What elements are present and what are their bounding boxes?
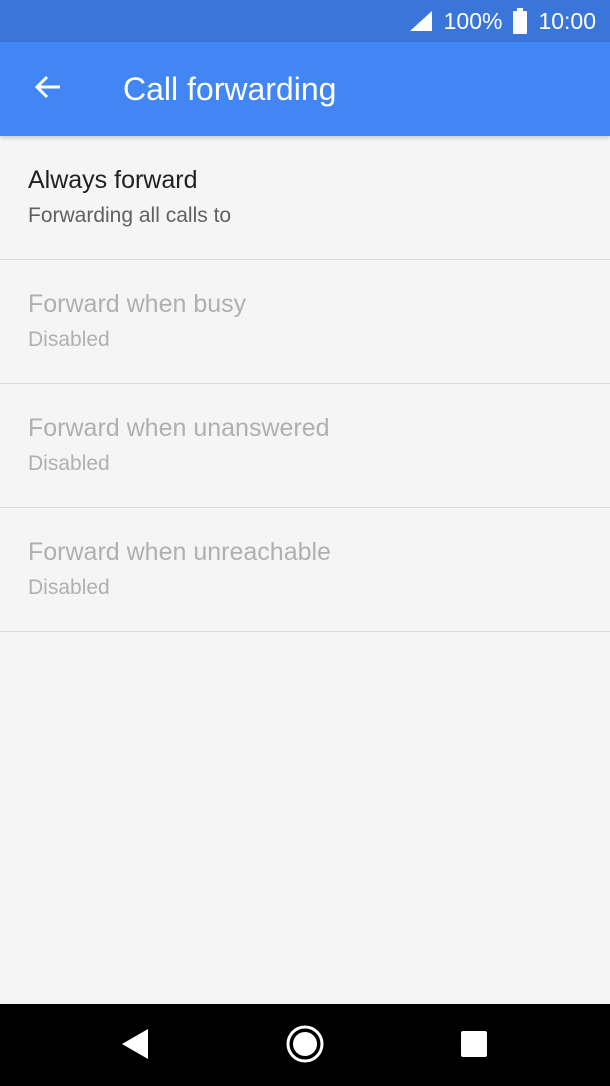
item-title: Always forward xyxy=(28,166,198,194)
navigation-bar xyxy=(0,1004,610,1086)
nav-recents-button[interactable] xyxy=(444,1016,504,1076)
battery-percent: 100% xyxy=(443,7,503,34)
call-forwarding-list: Always forward Forwarding all calls to F… xyxy=(0,136,610,632)
item-subtitle: Disabled xyxy=(28,576,110,599)
nav-back-button[interactable] xyxy=(105,1016,165,1076)
item-title: Forward when busy xyxy=(28,290,247,318)
signal-icon xyxy=(408,9,434,33)
item-title: Forward when unreachable xyxy=(28,538,331,566)
back-button[interactable] xyxy=(20,65,76,113)
arrow-back-icon xyxy=(33,72,63,107)
list-item-always-forward[interactable]: Always forward Forwarding all calls to xyxy=(0,136,610,260)
page-title: Call forwarding xyxy=(123,71,337,107)
item-title: Forward when unanswered xyxy=(28,414,330,442)
item-subtitle: Disabled xyxy=(28,328,110,351)
status-indicators: 100% 10:00 xyxy=(408,0,596,42)
nav-home-button[interactable] xyxy=(275,1016,335,1076)
clock: 10:00 xyxy=(538,7,596,34)
back-triangle-icon xyxy=(120,1027,150,1066)
item-subtitle: Forwarding all calls to xyxy=(28,204,232,227)
item-subtitle: Disabled xyxy=(28,452,110,475)
toolbar: Call forwarding xyxy=(0,42,610,136)
status-bar: 100% 10:00 xyxy=(0,0,610,42)
battery-icon xyxy=(512,8,528,34)
recents-square-icon xyxy=(460,1030,488,1063)
list-item-forward-when-unreachable: Forward when unreachable Disabled xyxy=(0,508,610,632)
home-circle-icon xyxy=(285,1024,325,1069)
list-item-forward-when-busy: Forward when busy Disabled xyxy=(0,260,610,384)
list-item-forward-when-unanswered: Forward when unanswered Disabled xyxy=(0,384,610,508)
